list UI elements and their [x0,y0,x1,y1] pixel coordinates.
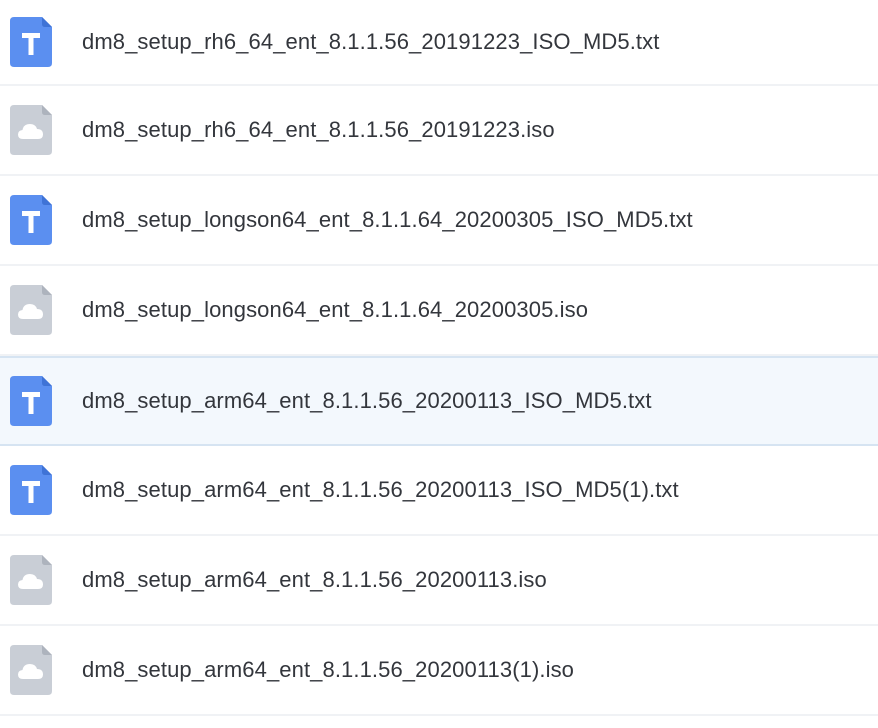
file-row[interactable]: dm8_setup_rh6_64_ent_8.1.1.56_20191223.i… [0,86,878,176]
iso-cloud-file-icon [10,105,52,155]
file-row[interactable]: dm8_setup_arm64_ent_8.1.1.56_20200113.is… [0,536,878,626]
iso-cloud-file-icon [10,555,52,605]
file-name: dm8_setup_rh6_64_ent_8.1.1.56_20191223.i… [82,117,555,142]
file-name: dm8_setup_arm64_ent_8.1.1.56_20200113_IS… [82,477,679,502]
text-file-icon [10,17,52,67]
file-row[interactable]: dm8_setup_longson64_ent_8.1.1.64_2020030… [0,266,878,356]
file-name: dm8_setup_longson64_ent_8.1.1.64_2020030… [82,297,589,322]
file-row[interactable]: dm8_setup_arm64_ent_8.1.1.56_20200113_IS… [0,446,878,536]
file-name: dm8_setup_rh6_64_ent_8.1.1.56_20191223_I… [82,29,660,54]
file-name: dm8_setup_arm64_ent_8.1.1.56_20200113_IS… [82,388,652,413]
file-name: dm8_setup_arm64_ent_8.1.1.56_20200113(1)… [82,657,575,682]
text-file-icon [10,465,52,515]
file-row[interactable]: dm8_setup_rh6_64_ent_8.1.1.56_20191223_I… [0,0,878,86]
file-name: dm8_setup_arm64_ent_8.1.1.56_20200113.is… [82,567,547,592]
file-list: dm8_setup_rh6_64_ent_8.1.1.56_20191223_I… [0,0,878,728]
text-file-icon [10,195,52,245]
file-row[interactable]: dm8_setup_longson64_ent_8.1.1.64_2020030… [0,176,878,266]
file-name: dm8_setup_longson64_ent_8.1.1.64_2020030… [82,207,693,232]
file-row-selected[interactable]: dm8_setup_arm64_ent_8.1.1.56_20200113_IS… [0,356,878,446]
file-row[interactable]: dm8_setup_arm64_ent_8.1.1.56_20200113(1)… [0,626,878,716]
iso-cloud-file-icon [10,645,52,695]
text-file-icon [10,376,52,426]
iso-cloud-file-icon [10,285,52,335]
